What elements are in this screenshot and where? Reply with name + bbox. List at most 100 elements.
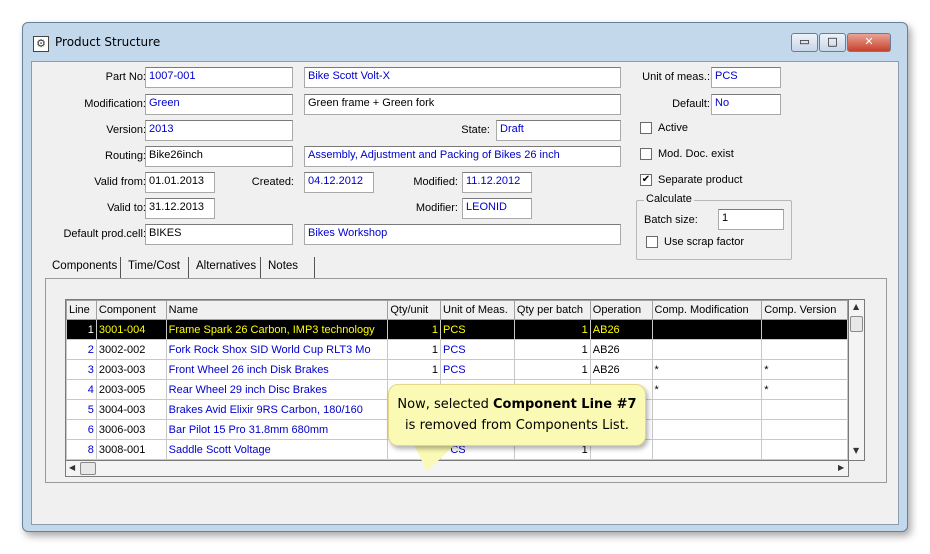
cell-qty-per-batch[interactable]: 1 [513, 319, 591, 340]
part-name-field[interactable]: Bike Scott Volt-X [304, 67, 621, 88]
scrap-factor-checkbox[interactable]: Use scrap factor [646, 236, 744, 249]
cell-qty-per-batch[interactable]: 1 [513, 359, 591, 380]
cell-name[interactable]: Brakes Avid Elixir 9RS Carbon, 180/160 [165, 399, 389, 420]
unit-of-meas-field[interactable]: PCS [711, 67, 781, 88]
cell-line[interactable]: 3 [66, 359, 97, 380]
gear-icon[interactable]: ⚙ [33, 36, 49, 52]
cell-line[interactable]: 4 [66, 379, 97, 400]
cell-component[interactable]: 3004-003 [95, 399, 167, 420]
created-field[interactable]: 04.12.2012 [304, 172, 374, 193]
mod-doc-check-box[interactable] [640, 148, 652, 161]
col-header-comp-version[interactable]: Comp. Version [761, 300, 848, 320]
cell-qty-unit[interactable]: 1 [387, 339, 442, 360]
scroll-right-arrow-icon[interactable]: ▶ [838, 463, 844, 472]
cell-name[interactable]: Bar Pilot 15 Pro 31.8mm 680mm [165, 419, 389, 440]
modifier-field[interactable]: LEONID [462, 198, 532, 219]
cell-line[interactable]: 6 [66, 419, 97, 440]
cell-comp-version[interactable] [761, 399, 848, 420]
separate-product-checkbox[interactable]: ✔ Separate product [640, 174, 742, 187]
col-header-qty-unit[interactable]: Qty/unit [387, 300, 442, 320]
cell-line[interactable]: 8 [66, 439, 97, 460]
default-prod-cell-field[interactable]: BIKES [145, 224, 293, 245]
grid-horizontal-scrollbar[interactable]: ◀ ▶ [65, 461, 849, 477]
cell-line[interactable]: 1 [66, 319, 97, 340]
state-field[interactable]: Draft [496, 120, 621, 141]
tab-time-cost[interactable]: Time/Cost [123, 257, 189, 279]
cell-operation[interactable]: AB26 [589, 339, 653, 360]
vertical-scroll-thumb[interactable] [850, 316, 863, 332]
cell-name[interactable]: Fork Rock Shox SID World Cup RLT3 Mo [165, 339, 389, 360]
cell-comp-modification[interactable] [651, 339, 763, 360]
cell-component[interactable]: 3002-002 [95, 339, 167, 360]
cell-component[interactable]: 3008-001 [95, 439, 167, 460]
col-header-qty-per-batch[interactable]: Qty per batch [513, 300, 591, 320]
cell-qty-unit[interactable]: 1 [387, 359, 442, 380]
cell-line[interactable]: 2 [66, 339, 97, 360]
table-row[interactable]: 2 3002-002 Fork Rock Shox SID World Cup RL… [66, 339, 848, 360]
cell-operation[interactable]: AB26 [589, 319, 653, 340]
cell-comp-modification[interactable] [651, 419, 763, 440]
version-field[interactable]: 2013 [145, 120, 293, 141]
col-header-component[interactable]: Component [95, 300, 167, 320]
cell-comp-version[interactable] [761, 319, 848, 340]
title-bar[interactable]: ⚙ Product Structure ▭ □ ✕ [23, 23, 907, 59]
scrap-factor-check-box[interactable] [646, 236, 658, 249]
cell-comp-modification[interactable] [651, 439, 763, 460]
modification-field[interactable]: Green [145, 94, 293, 115]
table-row[interactable]: 1 3001-004 Frame Spark 26 Carbon, IMP3 tec… [66, 319, 848, 340]
part-no-field[interactable]: 1007-001 [145, 67, 293, 88]
close-button[interactable]: ✕ [847, 33, 891, 52]
cell-comp-version[interactable] [761, 439, 848, 460]
cell-component[interactable]: 3001-004 [95, 319, 167, 340]
grid-vertical-scrollbar[interactable]: ▲ ▼ [849, 299, 865, 461]
separate-product-check-box[interactable]: ✔ [640, 174, 652, 187]
scroll-down-arrow-icon[interactable]: ▼ [853, 446, 859, 455]
col-header-operation[interactable]: Operation [589, 300, 653, 320]
horizontal-scroll-thumb[interactable] [80, 462, 96, 475]
cell-unit-of-meas[interactable]: PCS [440, 339, 515, 360]
cell-unit-of-meas[interactable]: PCS [440, 359, 515, 380]
col-header-name[interactable]: Name [165, 300, 389, 320]
cell-name[interactable]: Frame Spark 26 Carbon, IMP3 technology [165, 319, 389, 340]
cell-comp-version[interactable] [761, 419, 848, 440]
cell-comp-modification[interactable] [651, 399, 763, 420]
modified-field[interactable]: 11.12.2012 [462, 172, 532, 193]
col-header-comp-modification[interactable]: Comp. Modification [651, 300, 763, 320]
active-check-box[interactable] [640, 122, 652, 135]
col-header-line[interactable]: Line [66, 300, 97, 320]
cell-comp-version[interactable]: * [761, 359, 848, 380]
mod-doc-checkbox[interactable]: Mod. Doc. exist [640, 148, 734, 161]
modification-desc-field[interactable]: Green frame + Green fork [304, 94, 621, 115]
cell-component[interactable]: 2003-003 [95, 359, 167, 380]
cell-name[interactable]: Rear Wheel 29 inch Disc Brakes [165, 379, 389, 400]
prod-cell-desc-field[interactable]: Bikes Workshop [304, 224, 621, 245]
table-row[interactable]: 3 2003-003 Front Wheel 26 inch Disk Brakes… [66, 359, 848, 380]
cell-comp-version[interactable] [761, 339, 848, 360]
maximize-button[interactable]: □ [819, 33, 846, 52]
scroll-left-arrow-icon[interactable]: ◀ [69, 463, 75, 472]
batch-size-field[interactable]: 1 [718, 209, 784, 230]
cell-qty-unit[interactable]: 1 [387, 319, 442, 340]
tab-alternatives[interactable]: Alternatives [191, 257, 261, 279]
cell-comp-version[interactable]: * [761, 379, 848, 400]
active-checkbox[interactable]: Active [640, 122, 688, 135]
cell-operation[interactable]: AB26 [589, 359, 653, 380]
cell-qty-per-batch[interactable]: 1 [513, 339, 591, 360]
valid-to-field[interactable]: 31.12.2013 [145, 198, 215, 219]
cell-component[interactable]: 3006-003 [95, 419, 167, 440]
routing-field[interactable]: Bike26inch [145, 146, 293, 167]
tab-components[interactable]: Components [47, 257, 121, 279]
scroll-up-arrow-icon[interactable]: ▲ [853, 302, 859, 311]
cell-unit-of-meas[interactable]: PCS [440, 319, 515, 340]
cell-name[interactable]: Front Wheel 26 inch Disk Brakes [165, 359, 389, 380]
routing-desc-field[interactable]: Assembly, Adjustment and Packing of Bike… [304, 146, 621, 167]
cell-line[interactable]: 5 [66, 399, 97, 420]
col-header-unit-of-meas[interactable]: Unit of Meas. [440, 300, 515, 320]
tab-notes[interactable]: Notes [263, 257, 315, 279]
cell-comp-modification[interactable]: * [651, 379, 763, 400]
cell-component[interactable]: 2003-005 [95, 379, 167, 400]
cell-comp-modification[interactable]: * [651, 359, 763, 380]
cell-name[interactable]: Saddle Scott Voltage [165, 439, 389, 460]
cell-comp-modification[interactable] [651, 319, 763, 340]
minimize-button[interactable]: ▭ [791, 33, 818, 52]
